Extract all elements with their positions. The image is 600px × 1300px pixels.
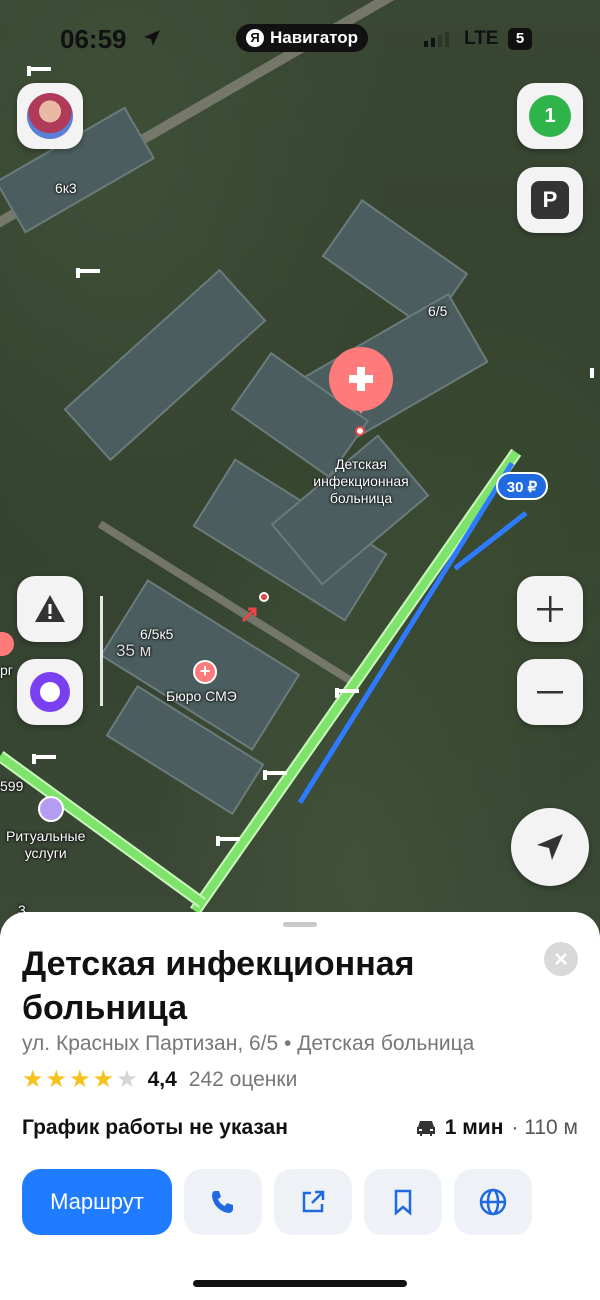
star-icon: ★ <box>116 1066 138 1093</box>
edge-label: рг <box>0 662 13 678</box>
scale-label: 35 м <box>116 641 152 660</box>
my-location-button[interactable] <box>511 808 589 886</box>
travel-distance: · 110 м <box>511 1116 578 1139</box>
building <box>63 268 267 462</box>
app-pill-label: Навигатор <box>270 28 359 47</box>
traffic-button[interactable]: 1 <box>517 83 583 149</box>
hospital-label[interactable]: Детская инфекционная больница <box>296 456 426 507</box>
yandex-logo-icon: Я <box>246 29 264 47</box>
zoom-out-icon <box>537 691 563 694</box>
working-hours: График работы не указан <box>22 1116 288 1139</box>
rating-row[interactable]: ★ ★ ★ ★ ★ 4,4 242 оценки <box>22 1068 297 1092</box>
parking-button[interactable]: P <box>517 167 583 233</box>
close-icon <box>555 953 567 965</box>
status-bar: 06:59 Я Навигатор LTE 5 <box>0 24 600 60</box>
hospital-icon <box>349 367 373 391</box>
star-icon: ★ <box>45 1066 68 1093</box>
alice-icon <box>30 672 70 712</box>
edge-label: 599 <box>0 778 24 794</box>
star-icon: ★ <box>22 1066 44 1093</box>
building-label: 6к3 <box>55 180 77 196</box>
sheet-handle[interactable] <box>283 922 317 927</box>
hospital-icon[interactable]: + <box>193 660 217 684</box>
location-arrow-icon <box>537 834 563 860</box>
alice-button[interactable] <box>17 659 83 725</box>
avatar-icon <box>27 93 73 139</box>
place-address: ул. Красных Партизан, 6/5 • Детская боль… <box>22 1032 475 1055</box>
call-button[interactable] <box>184 1169 262 1235</box>
signal-icon <box>424 32 449 47</box>
action-bar: Маршрут <box>22 1169 532 1235</box>
network-label: LTE <box>464 28 499 49</box>
rating-stars: ★ ★ ★ ★ ★ <box>22 1068 138 1092</box>
website-button[interactable] <box>454 1169 532 1235</box>
battery-icon: 5 <box>508 28 532 50</box>
barrier-icon <box>76 268 100 278</box>
star-icon: ★ <box>92 1066 115 1093</box>
zoom-in-button[interactable] <box>517 576 583 642</box>
app-pill[interactable]: Я Навигатор <box>236 24 369 52</box>
travel-info: 1 мин · 110 м <box>415 1116 578 1140</box>
barrier-icon <box>32 754 56 764</box>
zoom-in-icon <box>537 596 563 622</box>
car-icon <box>416 1121 435 1136</box>
hospital-icon[interactable] <box>0 632 14 656</box>
map-view[interactable]: 6к3 6/5 Детская инфекционная больница 6/… <box>0 0 600 930</box>
travel-time: 1 мин <box>444 1116 504 1139</box>
status-time: 06:59 <box>60 24 127 54</box>
bureau-label[interactable]: Бюро СМЭ <box>166 688 237 705</box>
parking-icon: P <box>531 181 569 219</box>
location-services-icon <box>144 30 160 46</box>
report-incident-button[interactable] <box>17 576 83 642</box>
entrance-arrow-icon <box>241 607 257 623</box>
building-label: 6/5 <box>428 303 448 319</box>
zoom-out-button[interactable] <box>517 659 583 725</box>
entrance-marker <box>259 592 269 602</box>
share-button[interactable] <box>274 1169 352 1235</box>
bookmark-button[interactable] <box>364 1169 442 1235</box>
globe-icon <box>479 1188 507 1216</box>
profile-button[interactable] <box>17 83 83 149</box>
bookmark-icon <box>394 1189 412 1216</box>
close-button[interactable] <box>544 942 578 976</box>
share-icon <box>302 1190 325 1213</box>
alert-icon <box>35 595 65 622</box>
pin-tail <box>350 398 372 414</box>
scale-bar <box>100 596 103 706</box>
star-icon: ★ <box>69 1066 91 1093</box>
traffic-icon: 1 <box>529 95 571 137</box>
funeral-label[interactable]: Ритуальные услуги <box>6 828 85 862</box>
price-badge[interactable]: 30 ₽ <box>496 472 548 500</box>
home-indicator[interactable] <box>193 1280 407 1287</box>
place-card[interactable]: Детская инфекционная больница ул. Красны… <box>0 912 600 1300</box>
barrier-icon <box>216 836 240 846</box>
barrier-icon <box>590 368 594 378</box>
rating-value: 4,4 <box>147 1068 177 1091</box>
entrance-marker <box>355 426 365 436</box>
route-button[interactable]: Маршрут <box>22 1169 172 1235</box>
phone-icon <box>212 1191 233 1213</box>
barrier-icon <box>335 688 359 698</box>
barrier-icon <box>27 66 51 76</box>
funeral-pin-icon[interactable] <box>38 796 64 822</box>
barrier-icon <box>263 770 287 780</box>
reviews-count[interactable]: 242 оценки <box>189 1068 298 1092</box>
place-title: Детская инфекционная больница <box>22 945 415 1027</box>
